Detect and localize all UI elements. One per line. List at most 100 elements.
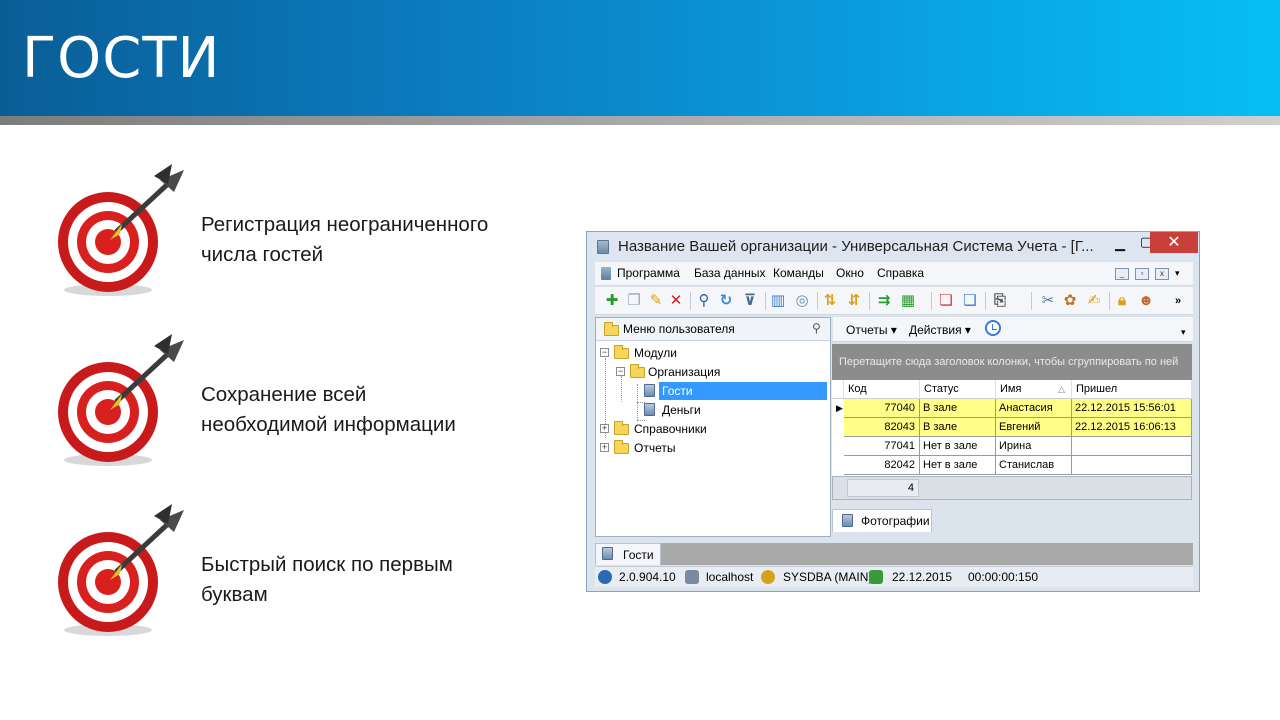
mdi-minimize-button[interactable]: _ xyxy=(1115,268,1129,280)
expand-icon[interactable]: + xyxy=(600,443,609,452)
mdi-close-button[interactable]: x xyxy=(1155,268,1169,280)
tree-item-label: Отчеты xyxy=(634,441,676,455)
folder-icon xyxy=(604,322,619,336)
folder-open-icon xyxy=(630,364,645,378)
expand-icon[interactable]: + xyxy=(600,424,609,433)
table-cell[interactable] xyxy=(1072,437,1192,456)
user-icon xyxy=(761,570,775,584)
feature-item: Сохранение всей необходимой информации xyxy=(50,332,530,472)
feature-item: Регистрация неограниченного числа гостей xyxy=(50,162,530,302)
column-header-arrived[interactable]: Пришел xyxy=(1072,380,1192,399)
clock-icon[interactable] xyxy=(985,320,1001,336)
table-cell[interactable]: 22.12.2015 16:06:13 xyxy=(1072,418,1192,437)
tools-icon[interactable]: ✂ xyxy=(1039,292,1057,310)
user-menu-panel: Меню пользователя ⚲ − Модули − Организац… xyxy=(595,317,831,537)
table-cell[interactable]: Анастасия xyxy=(996,399,1072,418)
menu-item-database[interactable]: База данных xyxy=(694,266,765,280)
target-icon xyxy=(58,504,184,636)
folder-icon xyxy=(614,421,629,435)
comment-icon[interactable]: ◎ xyxy=(793,292,811,310)
menu-item-window[interactable]: Окно xyxy=(836,266,864,280)
tab-photos[interactable]: Фотографии xyxy=(832,509,932,532)
menu-item-help[interactable]: Справка xyxy=(877,266,924,280)
table-cell[interactable] xyxy=(1072,456,1192,475)
menu-item-commands[interactable]: Команды xyxy=(773,266,824,280)
document-icon xyxy=(601,267,611,280)
chart-icon[interactable]: ▥ xyxy=(769,292,787,310)
table-cell[interactable]: 82042 xyxy=(844,456,920,475)
menu-item-program[interactable]: Программа xyxy=(617,266,680,280)
column-header-code[interactable]: Код xyxy=(844,380,920,399)
palette-icon[interactable]: ✿ xyxy=(1061,292,1079,310)
status-timer: 00:00:00:150 xyxy=(968,570,1039,584)
delete-icon[interactable]: ✕ xyxy=(667,292,685,310)
panel-title: Меню пользователя xyxy=(623,322,735,336)
refresh-icon[interactable]: ↻ xyxy=(717,292,735,310)
tree-item-label: Гости xyxy=(662,384,693,398)
status-version: 2.0.904.10 xyxy=(619,570,676,584)
filter-icon[interactable]: ⊽ xyxy=(741,292,759,310)
group-hint: Перетащите сюда заголовок колонки, чтобы… xyxy=(839,356,1179,368)
export-icon[interactable]: ⇉ xyxy=(875,292,893,310)
notes-icon[interactable]: ✍ xyxy=(1085,292,1103,310)
collapse-icon[interactable]: − xyxy=(616,367,625,376)
tab-guests[interactable]: Гости xyxy=(595,543,661,565)
window-tabs: Гости xyxy=(595,543,1193,565)
status-bar: 2.0.904.10 localhost SYSDBA (MAIN) 22.12… xyxy=(595,566,1193,587)
table-cell[interactable]: В зале xyxy=(920,418,996,437)
window-icon[interactable]: ❑ xyxy=(961,292,979,310)
table-cell[interactable]: 22.12.2015 15:56:01 xyxy=(1072,399,1192,418)
chevron-down-icon[interactable]: ▾ xyxy=(1175,268,1180,279)
mdi-restore-button[interactable]: ▫ xyxy=(1135,268,1149,280)
feature-text: Регистрация неограниченного числа гостей xyxy=(201,210,541,270)
target-icon xyxy=(58,164,184,296)
table-cell[interactable]: 82043 xyxy=(844,418,920,437)
search-icon[interactable]: ⚲ xyxy=(695,292,713,310)
sort-asc-icon[interactable]: ⇅ xyxy=(821,292,839,310)
exit-icon[interactable]: ⎘ xyxy=(991,292,1009,310)
chevron-down-icon[interactable]: ▾ xyxy=(1181,327,1186,338)
app-document-icon xyxy=(597,240,609,254)
table-cell[interactable]: Нет в зале xyxy=(920,456,996,475)
sort-desc-icon[interactable]: ⇵ xyxy=(845,292,863,310)
feature-line: числа гостей xyxy=(201,243,324,266)
copy-icon[interactable]: ❐ xyxy=(625,292,643,310)
close-button[interactable]: ✕ xyxy=(1150,232,1198,253)
column-header-status[interactable]: Статус xyxy=(920,380,996,399)
grid-toolbar: Отчеты ▾ Действия ▾ ▾ xyxy=(833,317,1193,342)
info-icon xyxy=(598,570,612,584)
overflow-icon[interactable]: » xyxy=(1169,292,1187,310)
feature-line: Быстрый поиск по первым xyxy=(201,553,453,576)
users-icon[interactable]: ☻ xyxy=(1137,292,1155,310)
table-cell[interactable]: Станислав xyxy=(996,456,1072,475)
table-cell[interactable]: Ирина xyxy=(996,437,1072,456)
window-title: Название Вашей организации - Универсальн… xyxy=(618,238,1094,255)
pin-icon[interactable]: ⚲ xyxy=(812,321,821,335)
server-icon xyxy=(685,570,699,584)
panel-header: Меню пользователя ⚲ xyxy=(596,318,830,341)
main-toolbar: ✚ ❐ ✎ ✕ ⚲ ↻ ⊽ ▥ ◎ ⇅ ⇵ ⇉ ▦ ❏ ❑ ⎘ ✂ ✿ ✍ 🔒︎… xyxy=(595,287,1193,315)
document-icon xyxy=(644,384,655,397)
grid-footer: 4 xyxy=(832,476,1192,500)
feature-line: буквам xyxy=(201,583,268,606)
lock-icon[interactable]: 🔒︎ xyxy=(1113,292,1131,310)
table-cell[interactable]: Евгений xyxy=(996,418,1072,437)
tree-item-label: Справочники xyxy=(634,422,707,436)
reports-dropdown[interactable]: Отчеты ▾ xyxy=(846,323,897,337)
new-window-icon[interactable]: ❏ xyxy=(937,292,955,310)
table-cell[interactable]: 77041 xyxy=(844,437,920,456)
group-by-area[interactable]: Перетащите сюда заголовок колонки, чтобы… xyxy=(832,344,1192,380)
column-header-name[interactable]: Имя △ xyxy=(996,380,1072,399)
add-icon[interactable]: ✚ xyxy=(603,292,621,310)
table-cell[interactable]: Нет в зале xyxy=(920,437,996,456)
edit-icon[interactable]: ✎ xyxy=(647,292,665,310)
excel-icon[interactable]: ▦ xyxy=(899,292,917,310)
table-cell[interactable]: 77040 xyxy=(844,399,920,418)
window-titlebar[interactable]: Название Вашей организации - Универсальн… xyxy=(587,232,1199,261)
actions-dropdown[interactable]: Действия ▾ xyxy=(909,323,971,337)
table-cell[interactable]: В зале xyxy=(920,399,996,418)
minimize-button[interactable]: ▁ xyxy=(1107,236,1133,257)
tree-item-label: Модули xyxy=(634,346,677,360)
menu-bar: Программа База данных Команды Окно Справ… xyxy=(595,262,1193,286)
collapse-icon[interactable]: − xyxy=(600,348,609,357)
